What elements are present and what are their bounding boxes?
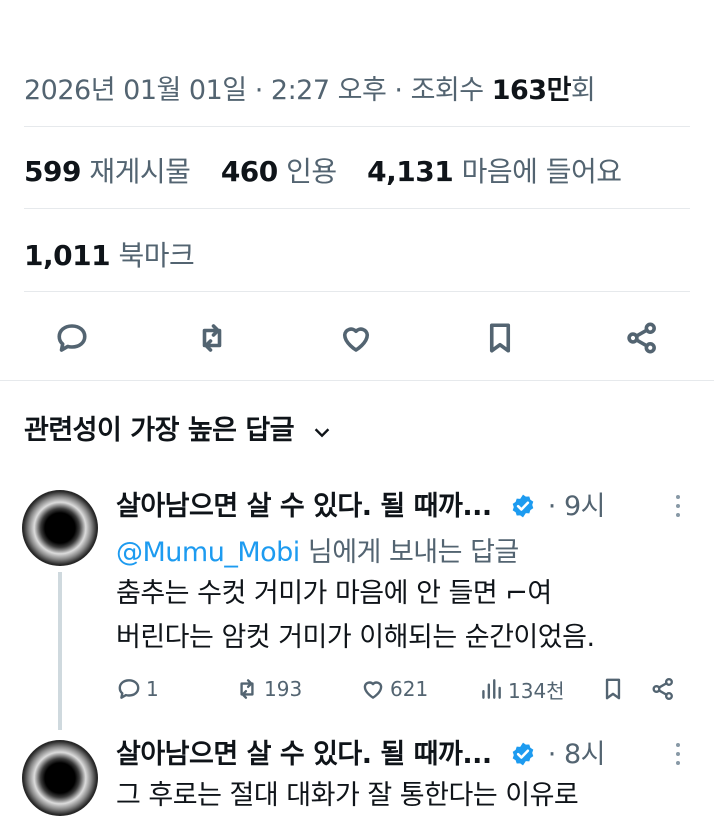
reply-text: 그 후로는 절대 대화가 잘 통한다는 이유로 bbox=[116, 774, 579, 818]
reply-to-handle[interactable]: @Mumu_Mobi bbox=[116, 537, 300, 568]
likes-label: 마음에 들어요 bbox=[461, 155, 622, 188]
reply-reply-button[interactable]: 1 bbox=[116, 674, 159, 704]
reply-header: 살아남으면 살 수 있다. 될 때까... · 8시 bbox=[116, 732, 605, 771]
tweet-action-bar bbox=[0, 316, 714, 366]
views-label: 조회수 bbox=[410, 75, 485, 106]
share-button[interactable] bbox=[620, 316, 664, 360]
divider bbox=[24, 126, 690, 127]
views-suffix: 회 bbox=[570, 75, 596, 106]
bookmark-icon bbox=[605, 678, 621, 700]
avatar[interactable] bbox=[22, 490, 98, 566]
reply-share-button[interactable] bbox=[650, 674, 680, 704]
like-icon bbox=[342, 327, 370, 352]
quotes-stat[interactable]: 460 인용 bbox=[221, 150, 337, 190]
quotes-count: 460 bbox=[220, 155, 278, 188]
likes-count: 4,131 bbox=[367, 155, 454, 188]
replies-sort-label: 관련성이 가장 높은 답글 bbox=[24, 415, 295, 446]
reply-line: 춤추는 수컷 거미가 마음에 안 들면 ⌐여 bbox=[116, 578, 552, 609]
reply-button[interactable] bbox=[50, 316, 94, 360]
tweet-time[interactable]: 2:27 오후 bbox=[271, 75, 387, 106]
reply-icon bbox=[57, 324, 87, 352]
reply-bookmark-button[interactable] bbox=[600, 674, 630, 704]
retweet-count: 193 bbox=[264, 677, 303, 701]
quotes-label: 인용 bbox=[286, 155, 337, 188]
bookmarks-label: 북마크 bbox=[118, 239, 195, 272]
tweet-date: 2026년 01월 01일 bbox=[24, 75, 247, 106]
retweet-icon bbox=[240, 679, 254, 699]
divider bbox=[24, 208, 690, 209]
reply-time[interactable]: · 8시 bbox=[548, 739, 606, 770]
chevron-down-icon bbox=[314, 427, 330, 437]
bookmark-button[interactable] bbox=[478, 316, 522, 360]
meta-separator: · bbox=[394, 75, 403, 106]
likes-stat[interactable]: 4,131 마음에 들어요 bbox=[367, 150, 622, 190]
retweets-count: 599 bbox=[24, 155, 81, 188]
divider bbox=[0, 380, 714, 381]
tweet-meta: 2026년 01월 01일 · 2:27 오후 · 조회수 163만회 bbox=[24, 68, 596, 107]
like-count: 621 bbox=[390, 677, 429, 701]
more-options-button[interactable] bbox=[666, 490, 690, 526]
reply-retweet-button[interactable]: 193 bbox=[234, 674, 302, 704]
engagement-stats: 599 재게시물 460 인용 4,131 마음에 들어요 bbox=[24, 150, 644, 190]
verified-badge-icon bbox=[512, 742, 533, 766]
reply-time[interactable]: · 9시 bbox=[548, 491, 606, 522]
reply-action-bar: 1 193 621 134천 bbox=[116, 674, 686, 704]
reply-like-button[interactable]: 621 bbox=[360, 674, 428, 704]
reply-header: 살아남으면 살 수 있다. 될 때까... · 9시 bbox=[116, 484, 605, 523]
reply-to-suffix: 님에게 보내는 답글 bbox=[299, 537, 519, 568]
divider bbox=[24, 291, 690, 292]
author-name[interactable]: 살아남으면 살 수 있다. 될 때까... bbox=[116, 739, 492, 770]
views-value: 163만 bbox=[491, 75, 572, 106]
retweet-button[interactable] bbox=[190, 316, 234, 360]
replying-to: @Mumu_Mobi 님에게 보내는 답글 bbox=[116, 530, 519, 569]
views-count: 134천 bbox=[508, 678, 565, 703]
views-icon bbox=[482, 679, 501, 699]
thread-line bbox=[58, 572, 62, 730]
share-icon bbox=[627, 322, 656, 354]
avatar[interactable] bbox=[22, 740, 98, 816]
reply-line: 버린다는 암컷 거미가 이해되는 순간이었음. bbox=[116, 622, 595, 653]
retweets-label: 재게시물 bbox=[89, 155, 191, 188]
reply-views-button[interactable]: 134천 bbox=[478, 674, 565, 704]
like-icon bbox=[363, 681, 383, 699]
retweets-stat[interactable]: 599 재게시물 bbox=[24, 150, 191, 190]
meta-separator: · bbox=[254, 75, 264, 106]
reply-icon bbox=[118, 679, 140, 699]
verified-badge-icon bbox=[512, 494, 533, 518]
author-name[interactable]: 살아남으면 살 수 있다. 될 때까... bbox=[116, 491, 492, 522]
share-icon bbox=[652, 677, 673, 701]
like-button[interactable] bbox=[334, 316, 378, 360]
replies-sort-dropdown[interactable]: 관련성이 가장 높은 답글 bbox=[24, 408, 333, 447]
bookmarks-stat[interactable]: 1,011 북마크 bbox=[24, 234, 216, 274]
reply-line: 그 후로는 절대 대화가 잘 통한다는 이유로 bbox=[116, 780, 579, 811]
reply-text: 춤추는 수컷 거미가 마음에 안 들면 ⌐여 버린다는 암컷 거미가 이해되는 … bbox=[116, 572, 595, 660]
reply-count: 1 bbox=[146, 677, 159, 701]
bookmarks-count: 1,011 bbox=[24, 239, 111, 272]
retweet-icon bbox=[202, 324, 222, 352]
more-options-button[interactable] bbox=[666, 738, 690, 774]
bookmark-icon bbox=[489, 323, 511, 353]
